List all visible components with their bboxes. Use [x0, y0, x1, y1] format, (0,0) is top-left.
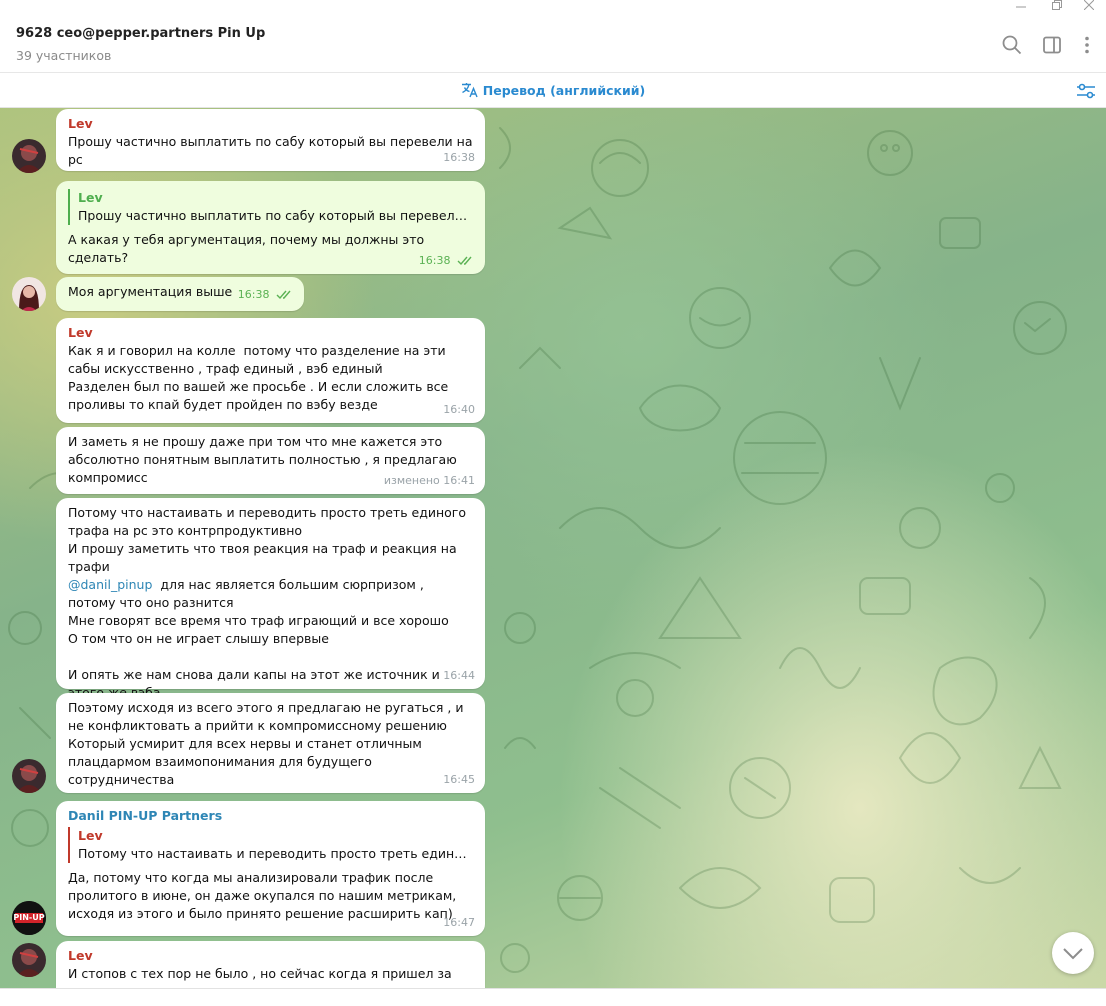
message-time: 16:38 [238, 286, 294, 304]
message-bubble[interactable]: Моя аргументация выше 16:38 [56, 277, 304, 311]
avatar-danil[interactable]: PIN-UP [12, 901, 46, 935]
reply-text: Потому что настаивать и переводить прост… [78, 846, 473, 861]
translate-bar[interactable]: Перевод (английский) [0, 73, 1106, 108]
sender-name[interactable]: Danil PIN-UP Partners [68, 807, 473, 825]
close-icon[interactable] [1072, 0, 1106, 16]
message-time: 16:38 [443, 151, 475, 164]
sidebar-toggle-icon[interactable] [1041, 34, 1063, 56]
message-bubble[interactable]: Потому что настаивать и переводить прост… [56, 498, 485, 700]
message-text: Как я и говорил на колле потому что разд… [68, 343, 449, 412]
minimize-icon[interactable] [1004, 0, 1038, 16]
message-text: И стопов с тех пор не было , но сейчас к… [68, 966, 452, 988]
search-icon[interactable] [1001, 34, 1023, 56]
message-time: 16:40 [443, 403, 475, 416]
composer-strip [0, 988, 1106, 1006]
reply-sender: Lev [78, 190, 103, 205]
message-time: 16:44 [443, 669, 475, 682]
sender-name[interactable]: Lev [68, 324, 473, 342]
chat-area[interactable]: Lev Прошу частично выплатить по сабу кот… [0, 108, 1106, 988]
message-time: изменено 16:41 [383, 474, 475, 487]
message-text: Прошу частично выплатить по сабу который… [68, 134, 477, 167]
read-checkmarks-icon [457, 256, 472, 266]
window-controls [0, 0, 1106, 16]
message-bubble[interactable]: Lev Как я и говорил на колле потому что … [56, 318, 485, 423]
avatar-lev[interactable] [12, 759, 46, 793]
message-bubble[interactable]: Lev Прошу частично выплатить по сабу кот… [56, 181, 485, 274]
message-time: 16:45 [443, 773, 475, 786]
message-text: Да, потому что когда мы анализировали тр… [68, 870, 461, 921]
mention-link[interactable]: @danil_pinup [68, 577, 152, 592]
avatar-lev[interactable] [12, 943, 46, 977]
reply-quote[interactable]: Lev Потому что настаивать и переводить п… [68, 827, 473, 863]
message-text: А какая у тебя аргументация, почему мы д… [68, 232, 429, 265]
chat-header: 9628 ceo@pepper.partners Pin Up 39 участ… [0, 16, 1106, 73]
message-bubble[interactable]: Lev И стопов с тех пор не было , но сейч… [56, 941, 485, 988]
reply-quote[interactable]: Lev Прошу частично выплатить по сабу кот… [68, 189, 473, 225]
message-bubble[interactable]: Поэтому исходя из всего этого я предлага… [56, 693, 485, 793]
message-bubble[interactable]: И заметь я не прошу даже при том что мне… [56, 427, 485, 494]
message-bubble[interactable]: Lev Прошу частично выплатить по сабу кот… [56, 109, 485, 171]
avatar-lev[interactable] [12, 139, 46, 173]
sender-name[interactable]: Lev [68, 115, 473, 133]
message-time: 16:38 [419, 252, 475, 270]
reply-text: Прошу частично выплатить по сабу который… [78, 208, 473, 223]
chevron-down-icon [1063, 948, 1083, 960]
translate-icon [461, 82, 479, 101]
message-text: Поэтому исходя из всего этого я предлага… [68, 700, 464, 787]
participants-count: 39 участников [16, 48, 112, 63]
sliders-icon[interactable] [1074, 79, 1098, 103]
translate-label: Перевод (английский) [482, 83, 646, 98]
reply-sender: Lev [78, 828, 103, 843]
chat-title[interactable]: 9628 ceo@pepper.partners Pin Up [16, 26, 265, 41]
message-text: Потому что настаивать и переводить прост… [68, 505, 467, 700]
scroll-down-button[interactable] [1052, 932, 1094, 974]
pinup-logo-text: PIN-UP [13, 913, 45, 922]
sender-name[interactable]: Lev [68, 947, 473, 965]
message-time: 16:47 [443, 916, 475, 929]
avatar-me[interactable] [12, 277, 46, 311]
restore-icon[interactable] [1040, 0, 1074, 16]
read-checkmarks-icon [276, 290, 291, 300]
message-bubble[interactable]: Danil PIN-UP Partners Lev Потому что нас… [56, 801, 485, 936]
translate-button[interactable]: Перевод (английский) [0, 82, 1106, 101]
more-vert-icon[interactable] [1076, 34, 1098, 56]
